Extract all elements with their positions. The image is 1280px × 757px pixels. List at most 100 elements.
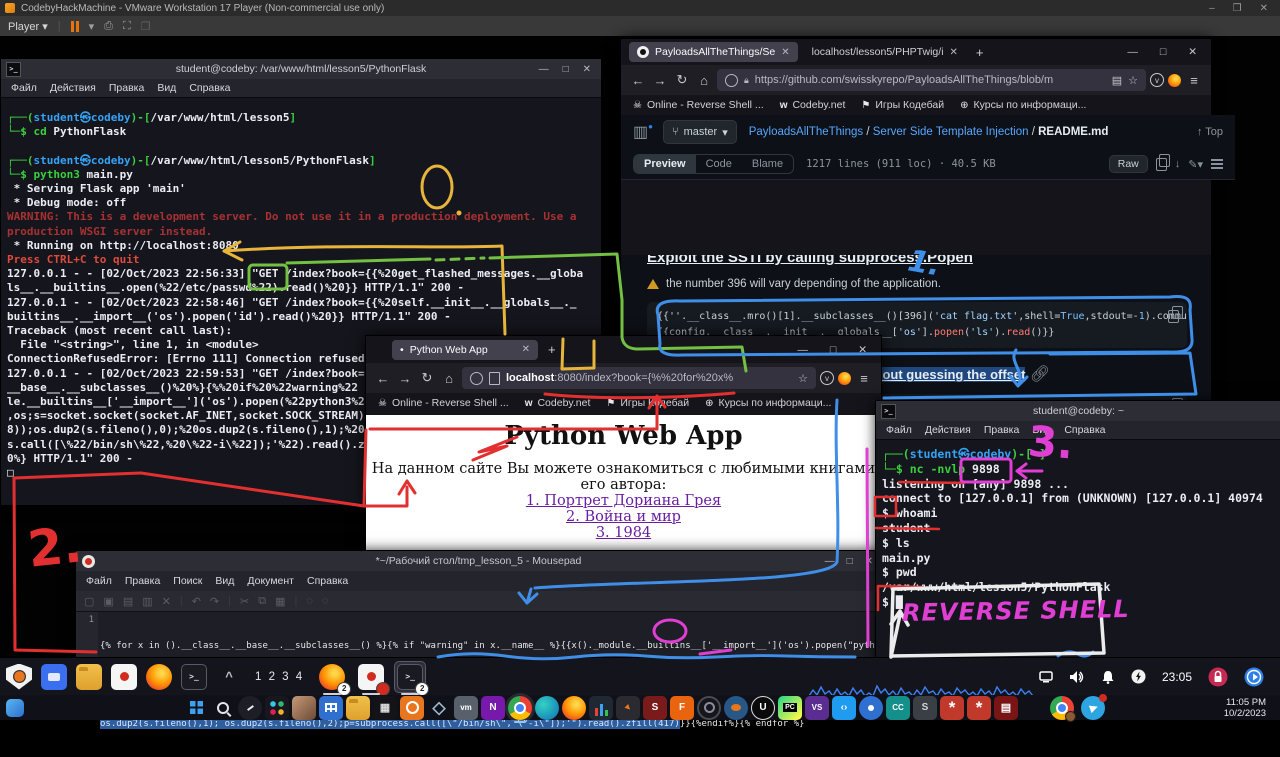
bookmark-games[interactable]: ⚑Игры Кодебай: [606, 397, 689, 409]
bookmark-star-icon[interactable]: ☆: [1128, 74, 1138, 87]
terminal-icon[interactable]: [181, 664, 207, 690]
minimize-button[interactable]: —: [539, 64, 549, 75]
cut-icon[interactable]: ✂: [240, 595, 249, 608]
chart-icon[interactable]: [589, 696, 613, 720]
copy-icon[interactable]: ⧉: [258, 595, 266, 608]
vscode-icon[interactable]: [832, 696, 856, 720]
anchor-link-icon[interactable]: 🔗︎: [1030, 366, 1050, 383]
codeby-logo-icon[interactable]: [6, 664, 32, 690]
mousepad-editor[interactable]: 1 {% for x in ().__class__.__base__.__su…: [76, 612, 881, 660]
menu-actions[interactable]: Действия: [50, 82, 96, 94]
menu-actions[interactable]: Действия: [925, 424, 971, 436]
minimize-button[interactable]: —: [1127, 46, 1138, 58]
terminal-flask-titlebar[interactable]: >_ student@codeby: /var/www/html/lesson5…: [1, 59, 601, 79]
camera-icon[interactable]: [697, 696, 721, 720]
back-icon[interactable]: ←: [629, 73, 647, 88]
book-link-2[interactable]: 2. Война и мир: [566, 509, 681, 525]
forward-icon[interactable]: →: [396, 371, 414, 386]
edit-pencil-icon[interactable]: ✎▾: [1188, 158, 1203, 171]
forward-icon[interactable]: →: [651, 73, 669, 88]
url-host[interactable]: localhost: [506, 372, 554, 384]
workspace-switcher[interactable]: 1 2 3 4: [255, 671, 304, 683]
bell-icon[interactable]: [1101, 670, 1115, 684]
chrome-icon[interactable]: [508, 696, 532, 720]
menu-icon[interactable]: ≡: [1185, 73, 1203, 88]
new-tab-button[interactable]: +: [976, 45, 984, 60]
start-icon[interactable]: [184, 696, 208, 720]
branch-selector[interactable]: ⑂ master ▾: [663, 120, 737, 144]
book-link-1[interactable]: 1. Портрет Дориана Грея: [526, 493, 721, 509]
new-file-icon[interactable]: ▢: [84, 595, 94, 608]
sketch-icon[interactable]: [913, 696, 937, 720]
tab-code[interactable]: Code: [696, 155, 742, 173]
book-link-3[interactable]: 3. 1984: [596, 525, 651, 541]
chevron-up-icon[interactable]: [216, 664, 242, 690]
download-icon[interactable]: ↓: [1175, 158, 1181, 170]
printer-icon[interactable]: ⎙: [104, 20, 113, 33]
tab-localhost-phptwig[interactable]: localhost/lesson5/PHPTwig/i✕: [804, 42, 966, 62]
onenote-icon[interactable]: [481, 696, 505, 720]
menu-edit[interactable]: Правка: [984, 424, 1019, 436]
terminal-nc-output[interactable]: ┌──(student㉿codeby)-[~]└─$ nc -nvlp 9898…: [876, 440, 1280, 610]
copy-icon[interactable]: [1156, 158, 1167, 171]
maximize-button[interactable]: □: [1160, 46, 1166, 58]
open-icon[interactable]: ▣: [103, 595, 113, 608]
save-as-icon[interactable]: ▥: [142, 595, 152, 608]
slack-icon[interactable]: [265, 696, 289, 720]
new-tab-button[interactable]: +: [548, 342, 556, 357]
raw-button[interactable]: Raw: [1109, 155, 1148, 173]
widgets-icon[interactable]: [6, 699, 24, 717]
close-button[interactable]: ✕: [858, 344, 867, 356]
folder-icon[interactable]: [76, 664, 102, 690]
redo-icon[interactable]: ↷: [210, 595, 219, 608]
app-orange-icon[interactable]: [400, 696, 424, 720]
blender-icon[interactable]: [724, 696, 748, 720]
pocket-icon[interactable]: v: [1150, 73, 1164, 87]
menu-edit[interactable]: Правка: [109, 82, 144, 94]
find-icon[interactable]: ◌: [306, 595, 313, 607]
red-gear-icon[interactable]: [940, 696, 964, 720]
tab-python-web-app[interactable]: • Python Web App ✕: [392, 340, 538, 360]
close-button[interactable]: ✕: [1188, 46, 1197, 58]
menu-icon[interactable]: ≡: [855, 371, 873, 386]
sidebar-toggle-icon[interactable]: ▥●: [633, 122, 653, 142]
url-bar[interactable]: 🔒︎ https://github.com/swisskyrepo/Payloa…: [717, 69, 1146, 91]
maximize-button[interactable]: □: [847, 556, 853, 567]
red-crate-icon[interactable]: [994, 696, 1018, 720]
menu-edit[interactable]: Правка: [125, 575, 160, 587]
menu-view[interactable]: Вид: [157, 82, 176, 94]
breadcrumb-folder[interactable]: Server Side Template Injection: [873, 126, 1029, 138]
volume-icon[interactable]: [1069, 670, 1085, 684]
chrome-a-icon[interactable]: [1050, 696, 1074, 720]
tracking-shield-icon[interactable]: [470, 372, 483, 385]
power-icon[interactable]: [1131, 669, 1146, 684]
tab-payloadsallthethings[interactable]: PayloadsAllTheThings/Se✕: [629, 42, 798, 62]
bookmark-reverse-shell[interactable]: ☠Online - Reverse Shell ...: [633, 99, 764, 111]
mousepad-doc-icon[interactable]: [111, 664, 137, 690]
firefox-icon[interactable]: [562, 696, 586, 720]
windows-clock[interactable]: 11:05 PM 10/2/2023: [1224, 697, 1280, 719]
maximize-button[interactable]: □: [830, 344, 836, 356]
vm-clock[interactable]: 23:05: [1162, 670, 1192, 684]
files-icon[interactable]: [41, 664, 67, 690]
app-black-icon[interactable]: [373, 696, 397, 720]
save-icon[interactable]: ▤: [123, 595, 133, 608]
player-menu[interactable]: Player ▾: [8, 20, 48, 33]
logout-icon[interactable]: [1244, 667, 1264, 687]
visual-studio-icon[interactable]: [805, 696, 829, 720]
menu-document[interactable]: Документ: [247, 575, 294, 587]
close-button[interactable]: ✕: [583, 64, 591, 75]
bookmark-games[interactable]: ⚑Игры Кодебай: [861, 99, 944, 111]
box-3d-icon[interactable]: [427, 696, 451, 720]
vmware-minimize-button[interactable]: ‒: [1209, 3, 1215, 14]
pycharm-icon[interactable]: [778, 696, 802, 720]
menu-file[interactable]: Файл: [11, 82, 37, 94]
tab-blame[interactable]: Blame: [742, 155, 793, 173]
bookmark-reverse-shell[interactable]: ☠Online - Reverse Shell ...: [378, 397, 509, 409]
menu-help[interactable]: Справка: [1064, 424, 1105, 436]
f-app-icon[interactable]: [670, 696, 694, 720]
vmware-maximize-button[interactable]: ❐: [1233, 3, 1242, 14]
terminal-nc-titlebar[interactable]: >_ student@codeby: ~: [876, 401, 1280, 421]
search-icon[interactable]: [211, 696, 235, 720]
menu-help[interactable]: Справка: [189, 82, 230, 94]
